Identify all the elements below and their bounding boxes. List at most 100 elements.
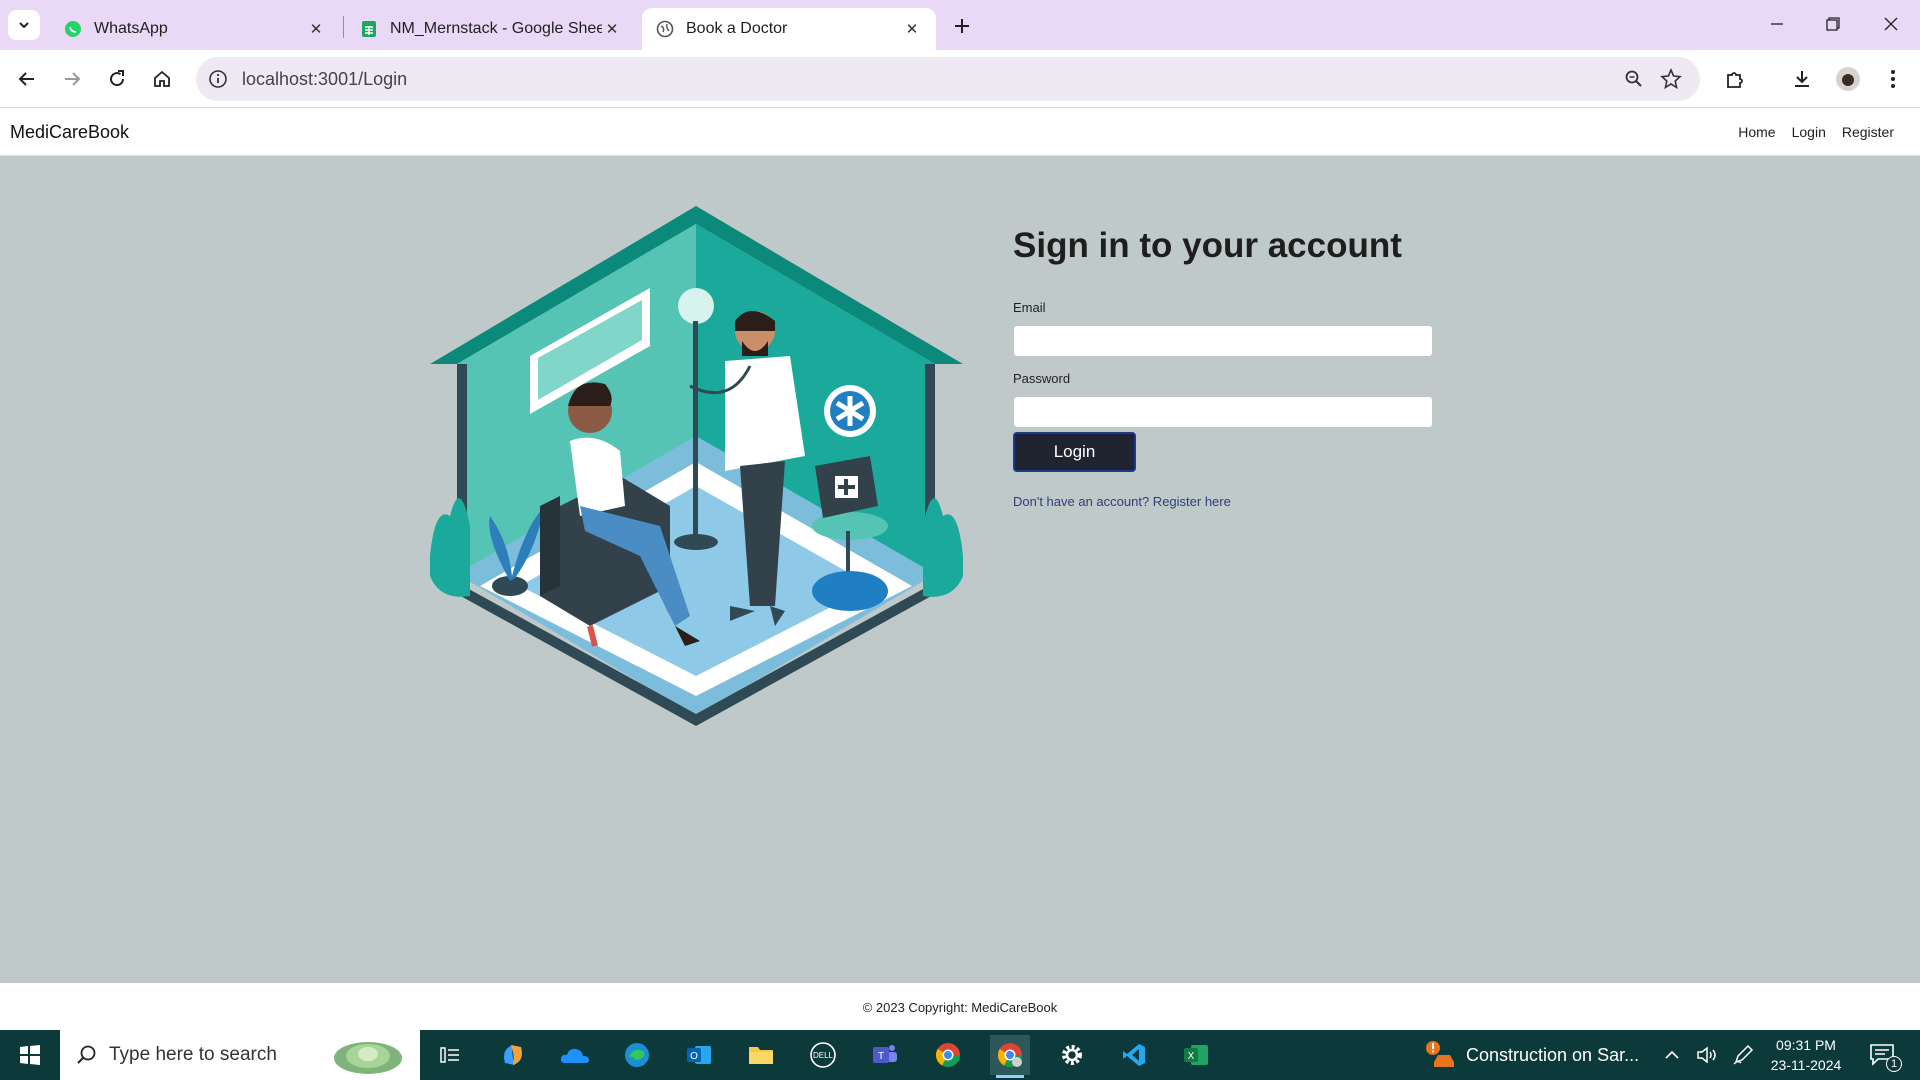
brand-logo[interactable]: MediCareBook — [10, 122, 129, 143]
onedrive-button[interactable] — [555, 1035, 595, 1075]
system-tray — [1664, 1030, 1754, 1080]
nav-home-link[interactable]: Home — [1738, 124, 1775, 140]
reload-button[interactable] — [101, 63, 133, 95]
home-button[interactable] — [146, 63, 178, 95]
page-title: Sign in to your account — [1013, 226, 1402, 265]
extensions-button[interactable] — [1719, 63, 1751, 95]
succulent-icon — [334, 1042, 402, 1074]
arrow-left-icon — [18, 72, 34, 86]
home-icon — [154, 70, 170, 87]
tab-search-button[interactable] — [8, 10, 40, 40]
svg-text:O: O — [690, 1051, 698, 1062]
arrow-right-icon — [65, 72, 81, 86]
download-icon — [1795, 71, 1809, 87]
minimize-button[interactable] — [1753, 8, 1801, 40]
email-field[interactable] — [1013, 325, 1433, 357]
task-view-button[interactable] — [430, 1035, 470, 1075]
svg-text:DELL: DELL — [813, 1051, 834, 1060]
google-sheets-icon — [360, 20, 378, 38]
profile-button[interactable] — [1832, 63, 1864, 95]
close-icon[interactable]: ✕ — [602, 19, 622, 39]
traffic-alert-icon — [1426, 1041, 1454, 1067]
news-headline: Construction on Sar... — [1466, 1044, 1640, 1065]
tab-book-a-doctor[interactable]: Book a Doctor ✕ — [642, 8, 936, 50]
dell-button[interactable]: DELL — [803, 1035, 843, 1075]
register-link[interactable]: Don't have an account? Register here — [1013, 494, 1433, 509]
chrome-profile-icon — [997, 1043, 1022, 1068]
address-bar[interactable]: localhost:3001/Login — [196, 57, 1700, 101]
reload-icon — [110, 70, 125, 87]
news-widget[interactable]: Construction on Sar... — [1424, 1030, 1639, 1080]
file-explorer-icon — [749, 1047, 773, 1064]
gear-icon — [1062, 1045, 1082, 1065]
bookmark-star-icon[interactable] — [1658, 66, 1684, 92]
zoom-icon[interactable] — [1622, 67, 1646, 91]
chevron-up-icon[interactable] — [1664, 1047, 1680, 1063]
teams-icon: T — [873, 1045, 897, 1063]
browser-toolbar: localhost:3001/Login — [0, 50, 1920, 108]
back-button[interactable] — [11, 63, 43, 95]
chevron-down-icon — [19, 22, 29, 29]
search-icon — [77, 1045, 96, 1064]
new-tab-button[interactable] — [948, 12, 976, 40]
downloads-button[interactable] — [1786, 63, 1818, 95]
forward-button[interactable] — [56, 63, 88, 95]
pen-icon[interactable] — [1732, 1044, 1754, 1066]
chrome-profile-button[interactable] — [990, 1035, 1030, 1078]
svg-text:T: T — [878, 1051, 884, 1062]
outlook-button[interactable]: O — [679, 1035, 719, 1075]
login-button[interactable]: Login — [1013, 432, 1136, 472]
password-field[interactable] — [1013, 396, 1433, 428]
edge-button[interactable] — [617, 1035, 657, 1075]
menu-button[interactable] — [1877, 63, 1909, 95]
main-content: Sign in to your account Email Password L… — [0, 156, 1920, 983]
app-navbar: MediCareBook Home Login Register — [0, 108, 1920, 156]
search-placeholder: Type here to search — [109, 1044, 277, 1065]
tab-whatsapp[interactable]: WhatsApp ✕ — [50, 8, 340, 50]
notification-count: 1 — [1886, 1056, 1902, 1072]
clock-date: 23-11-2024 — [1770, 1057, 1842, 1073]
tab-google-sheets[interactable]: NM_Mernstack - Google Sheets ✕ — [346, 8, 636, 50]
windows-logo-icon — [20, 1045, 40, 1065]
tab-title: WhatsApp — [94, 20, 168, 37]
doctor-patient-illustration — [430, 206, 963, 726]
tab-title: Book a Doctor — [686, 20, 788, 37]
onedrive-icon — [560, 1048, 589, 1063]
site-info-icon[interactable] — [206, 67, 230, 91]
plus-icon — [955, 19, 969, 33]
whatsapp-icon — [64, 20, 82, 38]
file-explorer-button[interactable] — [741, 1035, 781, 1075]
chrome-button[interactable] — [928, 1035, 968, 1075]
password-label: Password — [1013, 371, 1071, 386]
teams-button[interactable]: T — [865, 1035, 905, 1075]
close-window-button[interactable] — [1867, 8, 1915, 40]
start-button[interactable] — [0, 1030, 60, 1080]
dell-icon: DELL — [810, 1042, 836, 1068]
nav-register-link[interactable]: Register — [1842, 124, 1894, 140]
outlook-icon: O — [687, 1046, 711, 1064]
excel-button[interactable]: X — [1176, 1035, 1216, 1075]
tab-title: NM_Mernstack - Google Sheets — [390, 20, 602, 37]
avatar — [1836, 67, 1860, 91]
close-icon[interactable]: ✕ — [306, 19, 326, 39]
nav-login-link[interactable]: Login — [1792, 124, 1826, 140]
browser-tab-strip: WhatsApp ✕ NM_Mernstack - Google Sheets … — [0, 0, 1920, 50]
email-label: Email — [1013, 300, 1046, 315]
close-icon[interactable]: ✕ — [902, 19, 922, 39]
volume-icon[interactable] — [1696, 1045, 1718, 1065]
copilot-button[interactable] — [493, 1035, 533, 1075]
taskbar-search[interactable]: Type here to search — [60, 1030, 420, 1080]
vscode-icon — [1123, 1044, 1145, 1066]
settings-button[interactable] — [1052, 1035, 1092, 1075]
nav-links: Home Login Register — [1738, 124, 1894, 140]
clock-time: 09:31 PM — [1776, 1037, 1836, 1053]
vscode-button[interactable] — [1114, 1035, 1154, 1075]
restore-button[interactable] — [1809, 8, 1857, 40]
chrome-icon — [935, 1043, 960, 1068]
globe-icon — [656, 20, 674, 38]
puzzle-icon — [1727, 72, 1743, 88]
more-vertical-icon — [1891, 70, 1895, 88]
taskbar-clock[interactable]: 09:31 PM 23-11-2024 — [1766, 1035, 1846, 1075]
address-url: localhost:3001/Login — [242, 69, 408, 89]
notification-center-button[interactable]: 1 — [1868, 1030, 1902, 1080]
